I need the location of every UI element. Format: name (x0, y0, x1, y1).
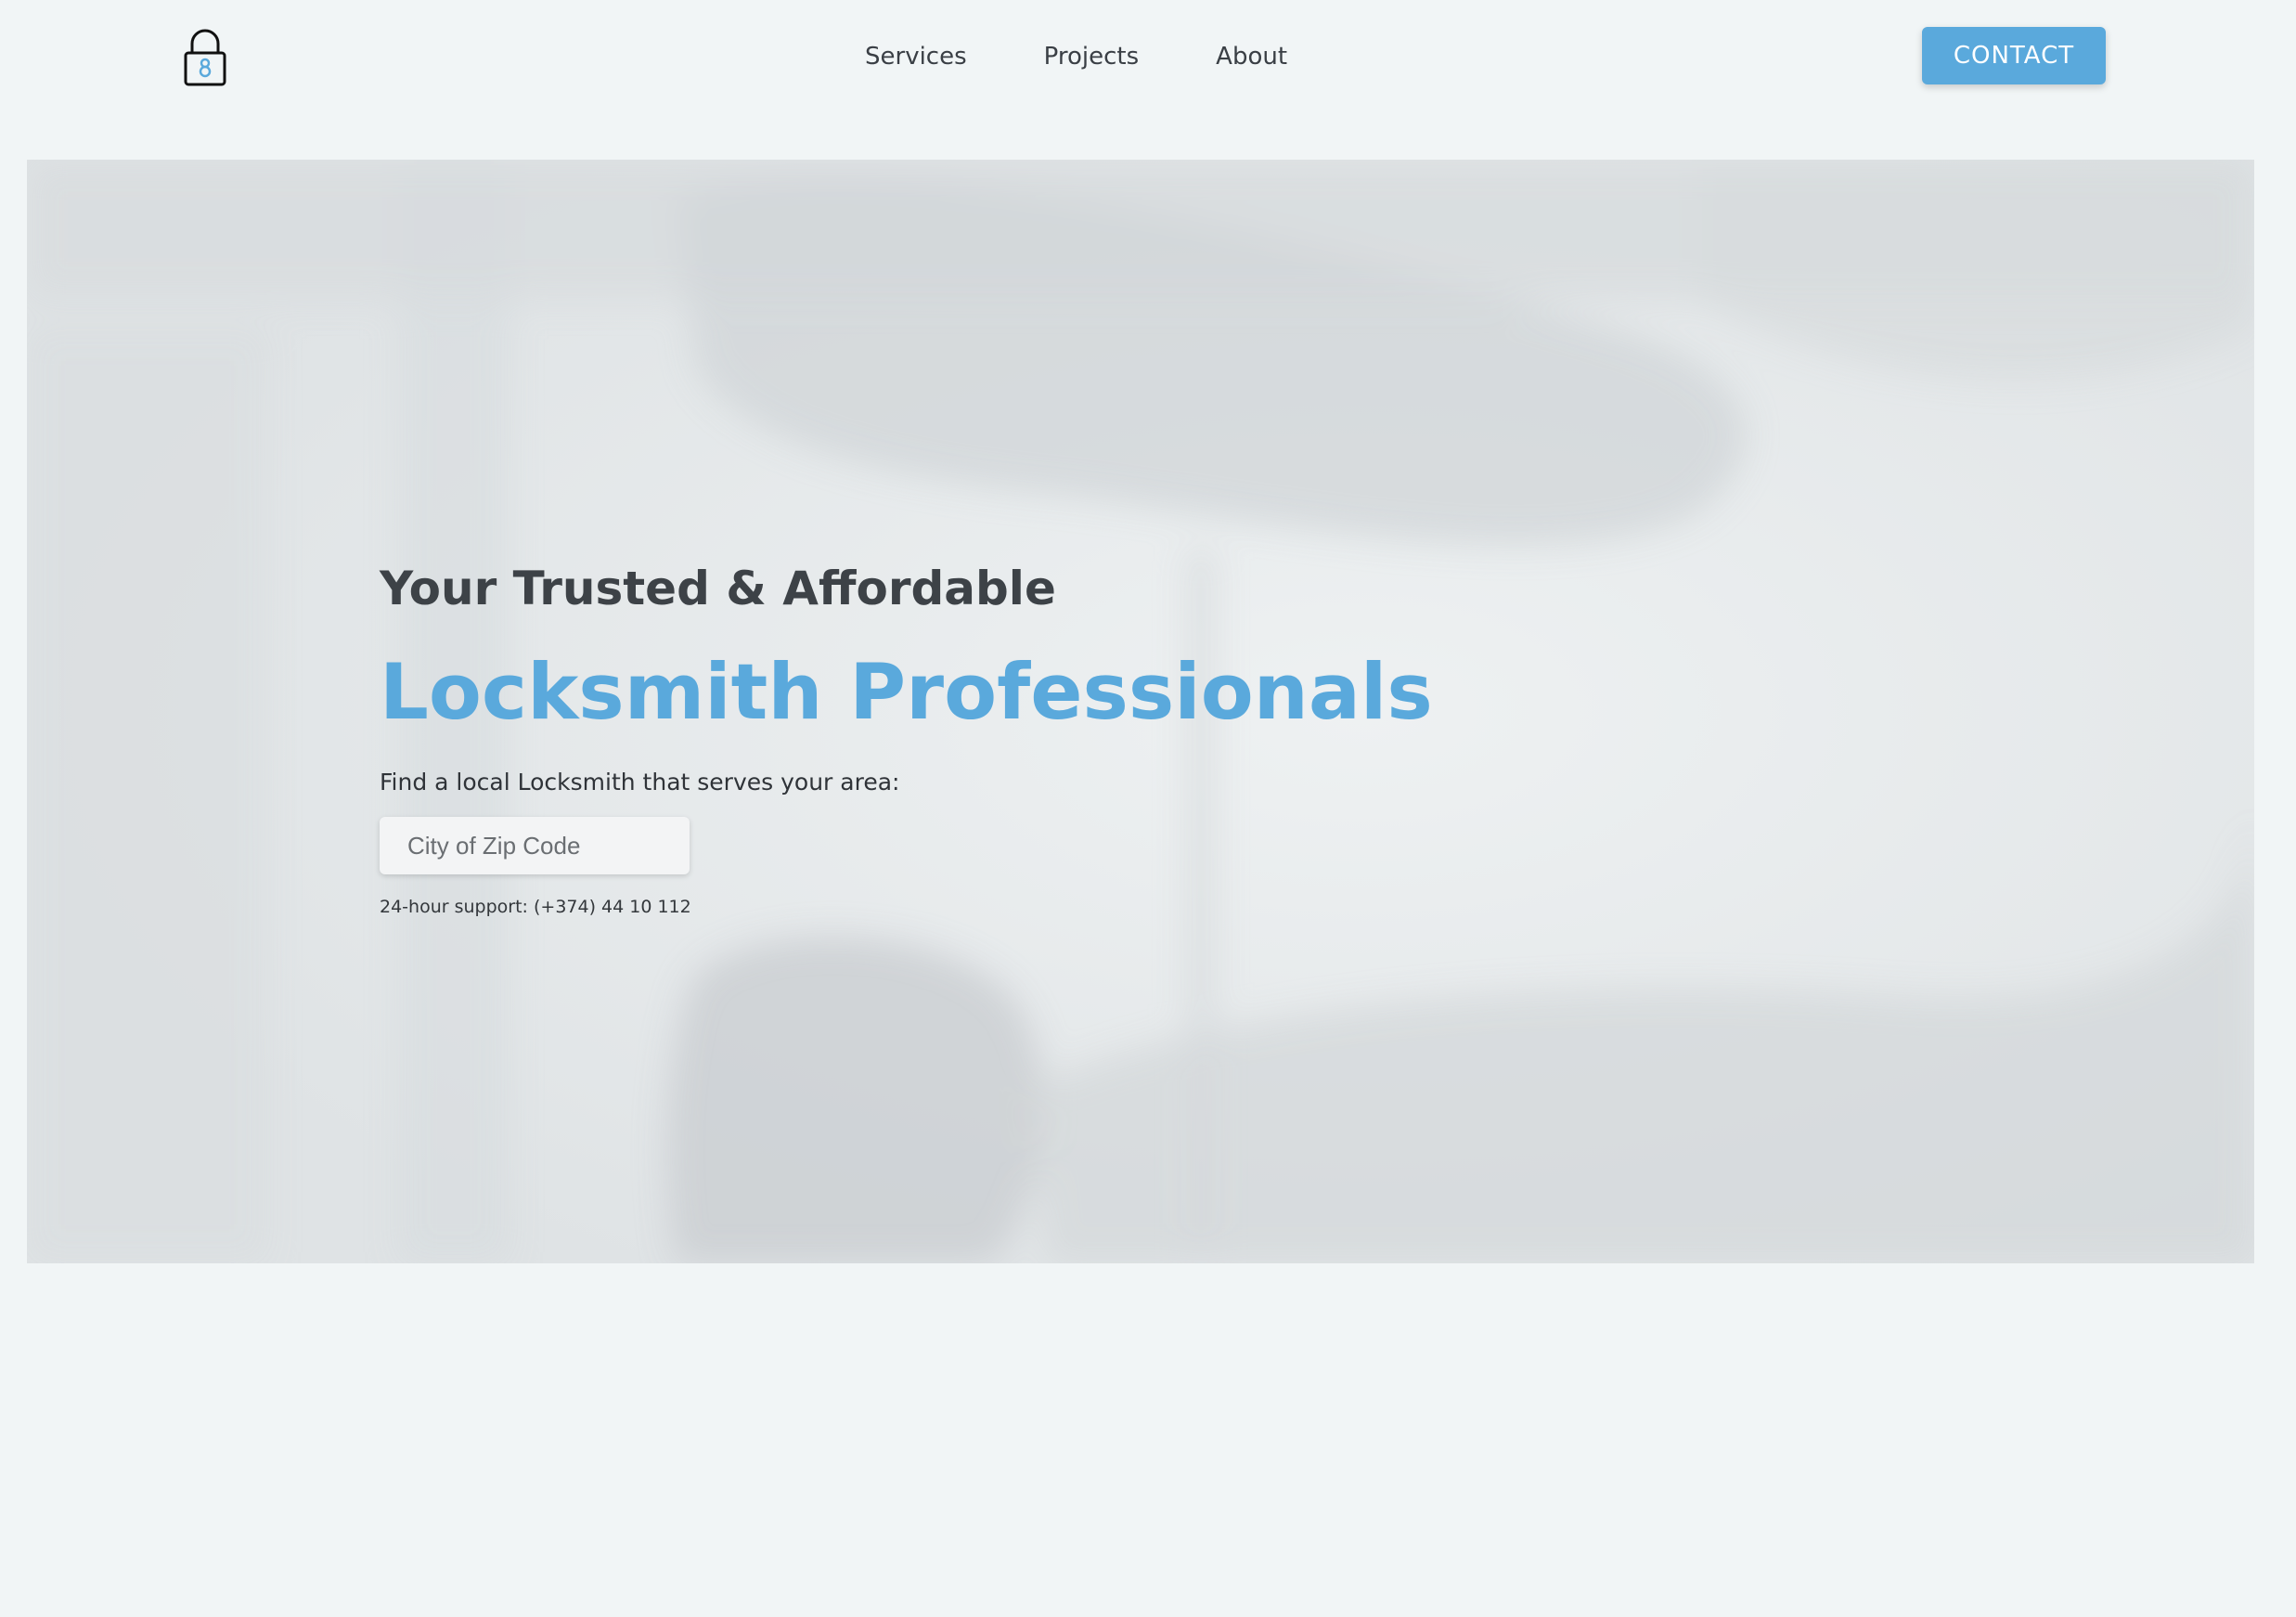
hero-title: Locksmith Professionals (380, 647, 1433, 737)
nav-projects-link[interactable]: Projects (1044, 39, 1140, 74)
site-header: Services Projects About CONTACT (0, 0, 2296, 111)
support-phone-text: 24-hour support: (+374) 44 10 112 (380, 897, 691, 917)
hero-content: Your Trusted & Affordable Locksmith Prof… (380, 559, 1493, 919)
nav-services-link[interactable]: Services (865, 39, 967, 74)
hero-subtitle: Your Trusted & Affordable (380, 562, 1056, 615)
padlock-icon[interactable] (183, 27, 227, 86)
hero-section: Your Trusted & Affordable Locksmith Prof… (27, 160, 2254, 1263)
zip-code-search-input[interactable] (380, 817, 690, 874)
find-locksmith-text: Find a local Locksmith that serves your … (380, 769, 900, 796)
contact-button[interactable]: CONTACT (1922, 27, 2106, 84)
main-nav: Services Projects About (865, 39, 1287, 74)
nav-about-link[interactable]: About (1216, 39, 1287, 74)
